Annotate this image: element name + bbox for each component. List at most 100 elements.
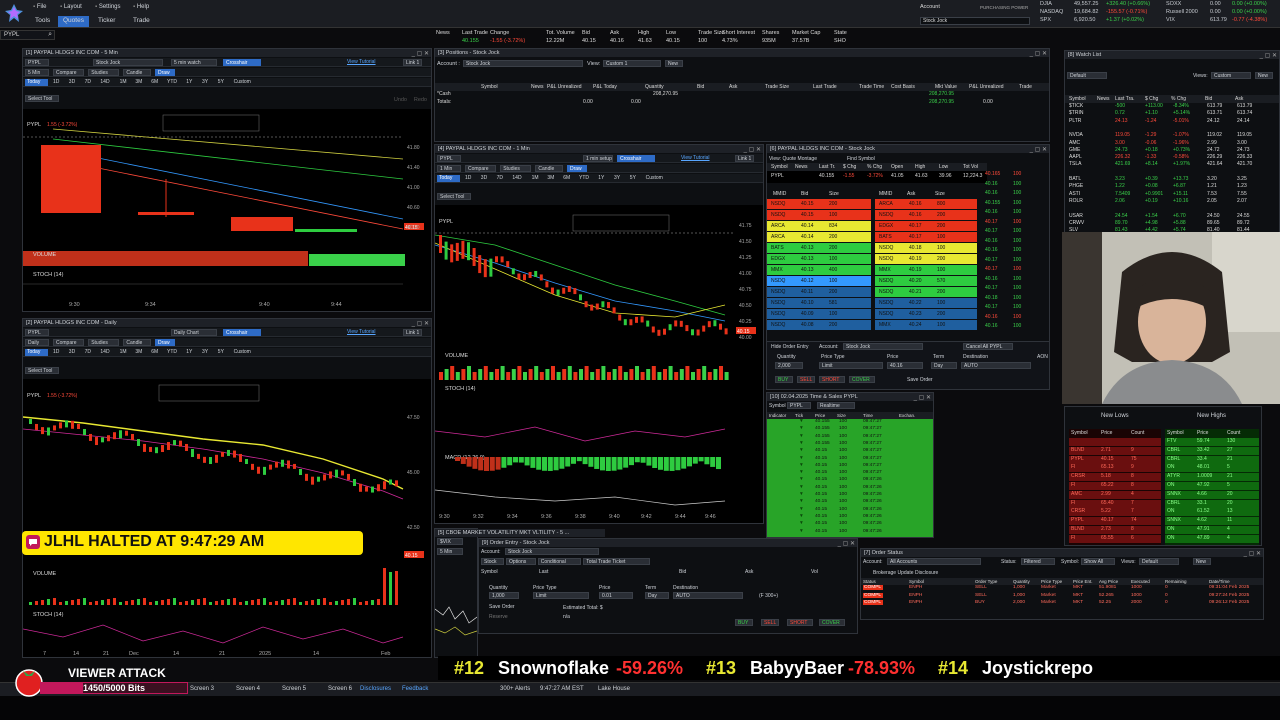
range-button[interactable]: 5Y <box>216 79 229 86</box>
range-button[interactable]: 3M <box>133 349 146 356</box>
range-button[interactable]: 3Y <box>200 349 213 356</box>
range-button[interactable]: 1M <box>530 175 543 182</box>
range-button[interactable]: 7D <box>83 349 96 356</box>
montage-view-select[interactable]: View: Quote Montage <box>769 156 817 162</box>
montage-dest-select[interactable]: AUTO <box>961 362 1031 369</box>
range-button[interactable]: 6M <box>149 79 162 86</box>
range-button[interactable]: 3M <box>545 175 558 182</box>
positions-account-select[interactable]: Stock Jock <box>463 60 583 67</box>
chart1-plot[interactable]: VOLUMESTOCH (14)PYPL 1.55 (-3.72%)40.159:… <box>23 109 431 311</box>
chart-toolbar-chip[interactable]: Compare <box>465 165 497 172</box>
chart2-link-select[interactable]: Link 1 <box>403 329 423 336</box>
montage-buy-button[interactable]: BUY <box>775 376 793 383</box>
range-button[interactable]: 3D <box>67 349 80 356</box>
chart-toolbar-chip[interactable]: Studies <box>500 165 532 172</box>
chart-toolbar-chip[interactable]: Draw <box>567 165 588 172</box>
range-button[interactable]: 1D <box>51 349 64 356</box>
montage-cover-button[interactable]: COVER <box>849 376 875 383</box>
chart1-crosshair-button[interactable]: Crosshair <box>223 59 261 66</box>
oe-reserve[interactable]: Reserve <box>489 614 508 620</box>
chart1-redo[interactable]: Redo <box>414 97 427 103</box>
os-views-select[interactable]: Default <box>1139 558 1179 565</box>
chart2-plot[interactable]: PYPL 1.55 (-3.72%) 40.15 VOLUME STOCH (14) 7 1… <box>23 379 431 657</box>
account-select[interactable]: Stock Jock <box>920 17 1030 25</box>
range-button[interactable]: 3Y <box>200 79 213 86</box>
chart4-tutorial-link[interactable]: View Tutorial <box>679 155 712 162</box>
chart-toolbar-chip[interactable]: Studies <box>88 69 120 76</box>
search-icon[interactable]: ⌕ <box>48 31 52 39</box>
range-button[interactable]: Today <box>25 349 48 356</box>
range-button[interactable]: 6M <box>561 175 574 182</box>
range-button[interactable]: 3D <box>67 79 80 86</box>
chart-toolbar-chip[interactable]: Compare <box>53 339 85 346</box>
window-controls[interactable]: _ ▢ ✕ <box>1260 52 1277 59</box>
montage-short-button[interactable]: SHORT <box>819 376 845 383</box>
tab-tools[interactable]: Tools <box>30 16 55 27</box>
montage-save-order[interactable]: Save Order <box>907 377 933 383</box>
range-button[interactable]: 14D <box>98 79 114 86</box>
oe-term-select[interactable]: Day <box>645 592 669 599</box>
chart-toolbar-chip[interactable]: Compare <box>53 69 85 76</box>
os-disclosure-link[interactable]: Brokerage Update Disclosure <box>873 570 938 576</box>
oe-buy-button[interactable]: BUY <box>735 619 753 626</box>
oe-pricetype-select[interactable]: Limit <box>533 592 589 599</box>
chart-toolbar-chip[interactable]: 1 Min <box>437 165 461 172</box>
range-button[interactable]: YTD <box>165 79 181 86</box>
positions-new-button[interactable]: New <box>665 60 683 67</box>
montage-find-symbol[interactable]: Find Symbol <box>847 156 875 162</box>
oe-qty-input[interactable]: 1,000 <box>489 592 519 599</box>
oe-tab[interactable]: Total Trade Ticket <box>583 558 651 565</box>
range-button[interactable]: YTD <box>165 349 181 356</box>
menu-layout[interactable]: ▪ Layout <box>60 4 82 10</box>
chart4-link-select[interactable]: Link 1 <box>735 155 755 162</box>
chart-toolbar-chip[interactable]: Candle <box>123 69 151 76</box>
taskbar-screen-6[interactable]: Screen 6 <box>328 686 352 692</box>
range-button[interactable]: 1D <box>51 79 64 86</box>
chart4-select-tool[interactable]: Select Tool <box>437 193 471 200</box>
range-button[interactable]: 1M <box>118 349 131 356</box>
oe-cover-button[interactable]: COVER <box>819 619 845 626</box>
chart1-undo[interactable]: Undo <box>394 97 407 103</box>
chart2-crosshair-button[interactable]: Crosshair <box>223 329 261 336</box>
oe-short-button[interactable]: SHORT <box>787 619 813 626</box>
range-button[interactable]: Custom <box>232 79 258 86</box>
chart4-plot[interactable]: PYPL40.15VOLUMESTOCH (14)MACD (12,26,9)9… <box>435 205 763 523</box>
taskbar-screen-4[interactable]: Screen 4 <box>236 686 260 692</box>
window-controls[interactable]: _ ▢ ✕ <box>1030 50 1047 57</box>
chart-toolbar-chip[interactable]: Candle <box>535 165 563 172</box>
range-button[interactable]: YTD <box>577 175 593 182</box>
chart2-interval-select[interactable]: Daily Chart <box>171 329 217 336</box>
vix-plot[interactable] <box>435 589 477 655</box>
range-button[interactable]: Today <box>437 175 460 182</box>
oe-save-order[interactable]: Save Order <box>489 604 515 610</box>
chart-toolbar-chip[interactable]: Draw <box>155 339 176 346</box>
montage-pricetype-select[interactable]: Limit <box>819 362 883 369</box>
menu-settings[interactable]: ▪ Settings <box>95 4 121 10</box>
range-button[interactable]: 7D <box>83 79 96 86</box>
taskbar-feedback[interactable]: Feedback <box>402 686 428 692</box>
tab-ticker[interactable]: Ticker <box>93 16 120 27</box>
chart1-link-select[interactable]: Link 1 <box>403 59 423 66</box>
chart2-tutorial-link[interactable]: View Tutorial <box>345 329 378 336</box>
tns-symbol-input[interactable]: PYPL <box>787 402 811 409</box>
range-button[interactable]: Custom <box>644 175 670 182</box>
range-button[interactable]: 5Y <box>628 175 641 182</box>
montage-term-select[interactable]: Day <box>931 362 957 369</box>
watchlist-list-select[interactable]: Default <box>1067 72 1107 79</box>
menu-help[interactable]: ▪ Help <box>133 4 149 10</box>
os-account-select[interactable]: All Accounts <box>887 558 981 565</box>
range-button[interactable]: 1Y <box>184 79 197 86</box>
chart1-select-tool[interactable]: Select Tool <box>25 95 59 102</box>
watchlist-new-button[interactable]: New <box>1255 72 1273 79</box>
vix-symbol-input[interactable]: $VIX <box>437 538 463 545</box>
chart1-account[interactable]: Stock Jock <box>93 59 163 66</box>
watchlist-views-select[interactable]: Custom <box>1211 72 1251 79</box>
tns-mode-select[interactable]: Realtime <box>817 402 855 409</box>
tab-quotes[interactable]: Quotes <box>58 16 89 27</box>
range-button[interactable]: 6M <box>149 349 162 356</box>
global-symbol-input[interactable]: PYPL ⌕ <box>0 30 55 40</box>
menu-file[interactable]: ▪ File <box>33 4 46 10</box>
positions-view-select[interactable]: Custom 1 <box>603 60 661 67</box>
cancel-all-button[interactable]: Cancel All PYPL <box>963 343 1013 350</box>
range-button[interactable]: 1Y <box>184 349 197 356</box>
